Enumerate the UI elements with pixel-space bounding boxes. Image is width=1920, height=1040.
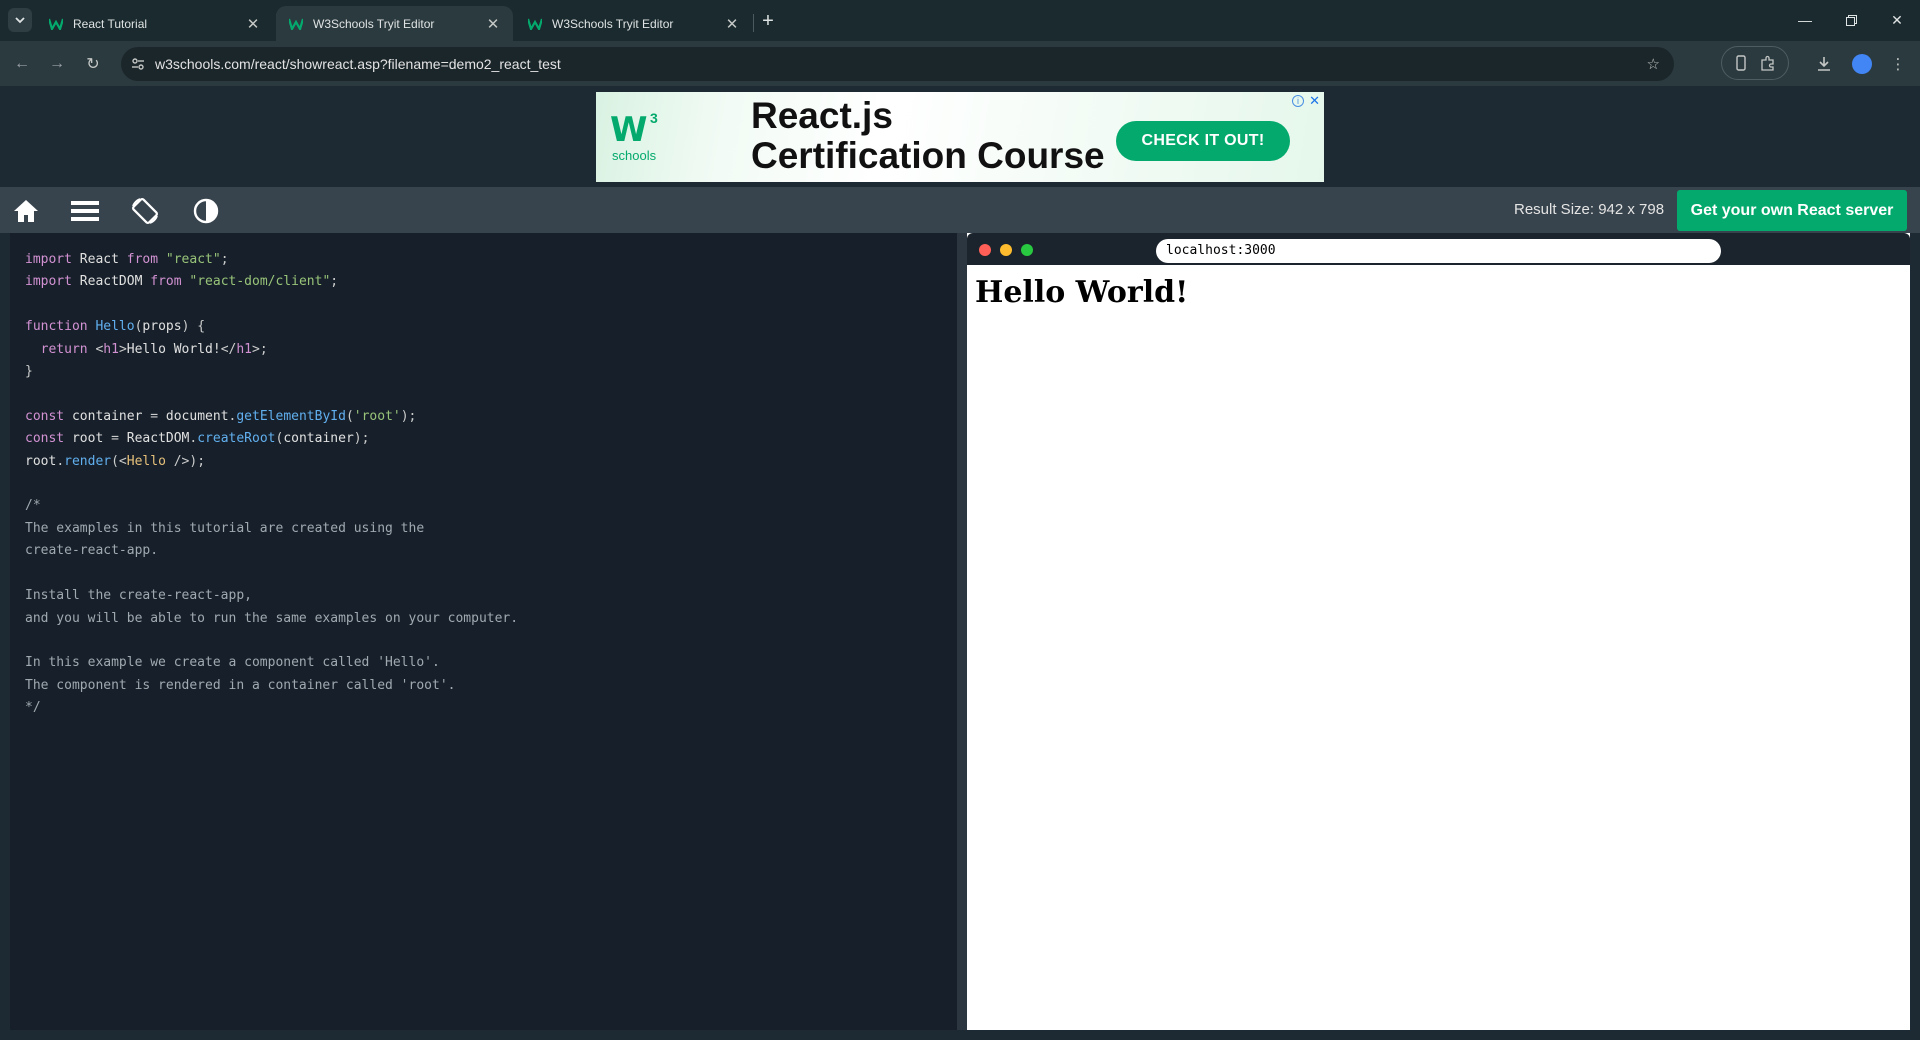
rotate-layout-button[interactable] (128, 194, 162, 228)
code-editor[interactable]: import React from "react"; import ReactD… (10, 233, 957, 1030)
close-window-button[interactable]: ✕ (1874, 6, 1920, 34)
window-dot-red (979, 244, 991, 256)
profile-avatar[interactable] (1852, 54, 1872, 74)
advertisement-banner[interactable]: W 3 schools React.js Certification Cours… (596, 92, 1324, 182)
site-info-icon[interactable] (121, 47, 155, 81)
ad-headline-line2: Certification Course (751, 135, 1105, 176)
restore-icon (1845, 14, 1857, 26)
ad-close-icon[interactable]: ✕ (1309, 93, 1320, 109)
pane-resize-handle[interactable] (957, 233, 967, 1030)
tab-title: W3Schools Tryit Editor (552, 16, 674, 31)
browser-tab-bar: React Tutorial ✕ W3Schools Tryit Editor … (0, 0, 1920, 41)
forward-button[interactable]: → (43, 50, 71, 78)
tab-tryit-editor-active[interactable]: W3Schools Tryit Editor ✕ (276, 6, 513, 41)
back-button[interactable]: ← (8, 50, 36, 78)
extension-puzzle-icon[interactable] (1760, 55, 1776, 71)
plus-icon: + (762, 9, 774, 32)
tab-react-tutorial[interactable]: React Tutorial ✕ (36, 6, 273, 41)
rotate-icon (132, 198, 158, 224)
logo-superscript: 3 (650, 110, 658, 126)
tab-separator (753, 14, 754, 32)
w3schools-logo: W 3 schools (610, 110, 674, 170)
close-icon[interactable]: ✕ (245, 16, 261, 33)
download-icon (1818, 57, 1830, 71)
tab-title: W3Schools Tryit Editor (313, 16, 435, 31)
reload-button[interactable]: ↻ (79, 50, 107, 78)
preview-window-bar: localhost:3000 (967, 233, 1910, 265)
reload-icon: ↻ (86, 56, 100, 73)
tab-title: React Tutorial (73, 16, 148, 31)
url-text: w3schools.com/react/showreact.asp?filena… (155, 56, 561, 72)
result-size-label: Result Size: 942 x 798 (1514, 201, 1665, 218)
close-icon[interactable]: ✕ (724, 16, 740, 33)
chevron-down-icon (15, 17, 25, 24)
more-vertical-icon: ⋮ (1890, 56, 1906, 73)
logo-word: schools (612, 148, 657, 163)
menu-toggle-button[interactable] (68, 194, 102, 228)
restore-button[interactable] (1828, 6, 1874, 34)
new-tab-button[interactable]: + (756, 9, 780, 33)
w3schools-favicon-icon (48, 16, 64, 32)
preview-heading: Hello World! (975, 275, 1189, 310)
downloads-button[interactable] (1810, 50, 1838, 78)
arrow-right-icon: → (49, 55, 65, 72)
close-icon: ✕ (1891, 11, 1903, 28)
code-content[interactable]: import React from "react"; import ReactD… (25, 249, 942, 720)
w3schools-favicon-icon (527, 16, 543, 32)
browser-toolbar: ← → ↻ w3schools.com/react/showreact.asp?… (0, 41, 1920, 86)
menu-button[interactable]: ⋮ (1884, 50, 1912, 78)
home-icon (14, 200, 38, 222)
arrow-left-icon: ← (14, 55, 30, 72)
w3schools-favicon-icon (288, 16, 304, 32)
tab-search-button[interactable] (8, 8, 32, 32)
extensions-group (1721, 46, 1789, 80)
bookmark-star-icon[interactable]: ☆ (1647, 55, 1660, 73)
theme-toggle-button[interactable] (189, 194, 223, 228)
ad-headline: React.js Certification Course (751, 96, 1105, 176)
ad-headline-line1: React.js (751, 95, 893, 136)
home-button[interactable] (9, 194, 43, 228)
minimize-icon: — (1798, 12, 1812, 28)
ad-cta-button[interactable]: CHECK IT OUT! (1116, 121, 1290, 161)
minimize-button[interactable]: — (1782, 6, 1828, 34)
get-react-server-button[interactable]: Get your own React server (1677, 190, 1907, 231)
tryit-toolbar: Result Size: 942 x 798 Get your own Reac… (0, 187, 1920, 233)
ad-info-icon[interactable]: i (1292, 95, 1304, 107)
window-dot-yellow (1000, 244, 1012, 256)
contrast-icon (193, 198, 219, 224)
tab-tryit-editor[interactable]: W3Schools Tryit Editor ✕ (515, 6, 752, 41)
window-dot-green (1021, 244, 1033, 256)
tryit-page: W 3 schools React.js Certification Cours… (0, 86, 1920, 1040)
preview-url-field: localhost:3000 (1156, 239, 1721, 263)
address-bar[interactable]: w3schools.com/react/showreact.asp?filena… (121, 47, 1674, 81)
logo-letter: W (610, 110, 648, 150)
result-preview: localhost:3000 Hello World! (967, 233, 1910, 1030)
device-icon[interactable] (1734, 55, 1748, 71)
hamburger-menu-icon (71, 201, 99, 221)
close-icon[interactable]: ✕ (485, 16, 501, 33)
